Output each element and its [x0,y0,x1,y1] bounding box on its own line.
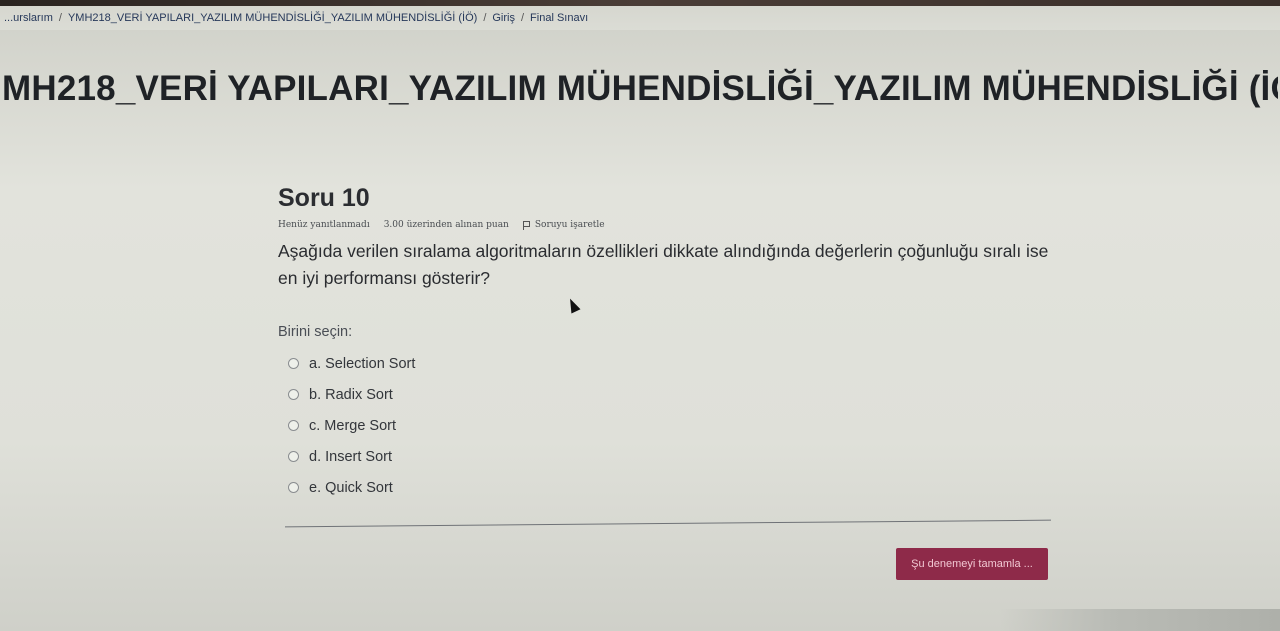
question-points: 3.00 üzerinden alınan puan [383,220,509,230]
answer-option-e[interactable]: e. Quick Sort [288,472,1052,503]
answer-option-label: e. Quick Sort [309,479,393,496]
radio-icon[interactable] [288,389,299,400]
answer-option-b[interactable]: b. Radix Sort [288,379,1052,410]
answer-option-a[interactable]: a. Selection Sort [288,348,1052,379]
flag-icon [522,220,530,230]
radio-icon[interactable] [288,482,299,493]
answer-option-label: d. Insert Sort [309,448,393,465]
question-number: Soru 10 [278,184,370,212]
question-info: Henüz yanıtlanmadı 3.00 üzerinden alınan… [278,218,1052,232]
breadcrumb-item-entry[interactable]: Giriş [492,12,515,24]
taskbar [1000,609,1280,631]
page-title: MH218_VERİ YAPILARI_YAZILIM MÜHENDİSLİĞİ… [2,69,1278,109]
breadcrumb-separator: / [483,12,487,24]
answer-prompt: Birini seçin: [278,324,353,340]
question-text: Aşağıda verilen sıralama algoritmaların … [278,241,1049,288]
answer-options: a. Selection Sort b. Radix Sort c. Merge… [288,348,1052,503]
answer-option-c[interactable]: c. Merge Sort [288,410,1052,441]
question-card: Soru 10 Henüz yanıtlanmadı 3.00 üzerinde… [278,182,1052,503]
answer-option-label: c. Merge Sort [309,417,397,434]
breadcrumb-item-final-exam[interactable]: Final Sınavı [530,12,588,24]
radio-icon[interactable] [288,358,299,369]
flag-question-link[interactable]: Soruyu işaretle [522,220,605,230]
radio-icon[interactable] [288,420,299,431]
answer-option-label: b. Radix Sort [309,386,393,403]
section-divider [285,519,1051,528]
breadcrumb: ...urslarım / YMH218_VERİ YAPILARI_YAZILIM… [0,6,1280,30]
breadcrumb-item-course[interactable]: YMH218_VERİ YAPILARI_YAZILIM MÜHENDİSLİĞ… [68,12,477,24]
breadcrumb-separator: / [58,12,62,24]
question-status: Henüz yanıtlanmadı [278,220,370,230]
answer-option-d[interactable]: d. Insert Sort [288,441,1052,472]
radio-icon[interactable] [288,451,299,462]
flag-question-label: Soruyu işaretle [534,220,605,230]
breadcrumb-item-courses[interactable]: ...urslarım [4,12,53,24]
finish-attempt-button[interactable]: Şu denemeyi tamamla ... [896,548,1048,580]
answer-option-label: a. Selection Sort [309,355,416,372]
breadcrumb-separator: / [520,12,525,24]
